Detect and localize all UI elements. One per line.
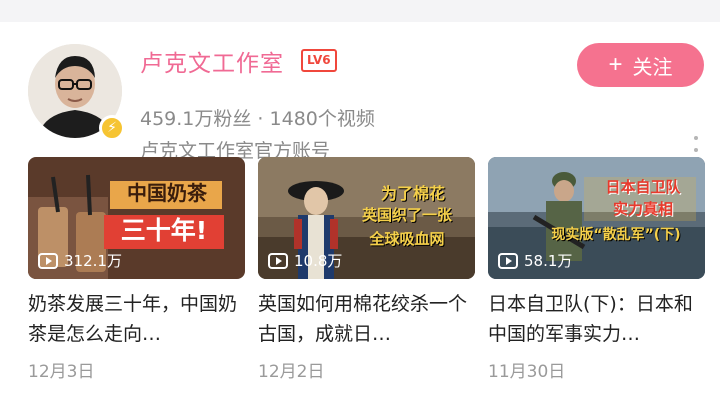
lightning-icon: ⚡ bbox=[99, 115, 125, 141]
video-date: 12月2日 bbox=[258, 362, 325, 382]
video-title[interactable]: 英国如何用棉花绞杀一个古国，成就日… bbox=[258, 289, 475, 349]
follow-button[interactable]: + 关注 bbox=[577, 43, 704, 87]
channel-stats: 459.1万粉丝 · 1480个视频 bbox=[140, 108, 375, 130]
video-thumbnail[interactable]: 中国奶茶 三十年! 312.1万 bbox=[28, 157, 245, 279]
channel-card: ⚡ 卢克文工作室 LV6 459.1万粉丝 · 1480个视频 卢克文工作室官方… bbox=[0, 22, 720, 408]
thumbnail-caption: 英国织了一张 bbox=[361, 206, 452, 224]
level-badge: LV6 bbox=[301, 49, 337, 72]
play-count-value: 58.1万 bbox=[524, 252, 573, 270]
video-title[interactable]: 奶茶发展三十年，中国奶茶是怎么走向… bbox=[28, 289, 245, 349]
follow-label: 关注 bbox=[632, 56, 673, 79]
play-count-value: 10.8万 bbox=[294, 252, 343, 270]
play-icon bbox=[268, 252, 288, 269]
plus-icon: + bbox=[608, 51, 623, 78]
video-date: 12月3日 bbox=[28, 362, 95, 382]
video-card[interactable]: 日本自卫队 实力真相 现实版“散乱军”(下) 58.1万 日本自卫队(下)：日本… bbox=[488, 157, 705, 382]
play-count: 312.1万 bbox=[38, 250, 122, 271]
thumbnail-caption: 中国奶茶 bbox=[127, 181, 207, 205]
play-count-value: 312.1万 bbox=[64, 252, 122, 270]
play-count: 10.8万 bbox=[268, 250, 342, 271]
thumbnail-caption: 现实版“散乱军”(下) bbox=[551, 227, 681, 243]
thumbnail-caption: 全球吸血网 bbox=[369, 230, 445, 248]
play-icon bbox=[38, 252, 58, 269]
thumbnail-caption: 三十年! bbox=[120, 216, 208, 245]
video-thumbnail[interactable]: 日本自卫队 实力真相 现实版“散乱军”(下) 58.1万 bbox=[488, 157, 705, 279]
thumbnail-caption: 日本自卫队 bbox=[605, 178, 681, 196]
video-thumbnail[interactable]: 为了棉花 英国织了一张 全球吸血网 10.8万 bbox=[258, 157, 475, 279]
play-icon bbox=[498, 252, 518, 269]
video-title[interactable]: 日本自卫队(下)：日本和中国的军事实力… bbox=[488, 289, 705, 349]
channel-name[interactable]: 卢克文工作室 bbox=[140, 44, 284, 78]
play-count: 58.1万 bbox=[498, 250, 572, 271]
thumbnail-caption: 为了棉花 bbox=[380, 184, 445, 203]
video-card[interactable]: 为了棉花 英国织了一张 全球吸血网 10.8万 英国如何用棉花绞杀一个古国，成就… bbox=[258, 157, 475, 382]
video-date: 11月30日 bbox=[488, 362, 566, 382]
video-card[interactable]: 中国奶茶 三十年! 312.1万 奶茶发展三十年，中国奶茶是怎么走向… 12月3… bbox=[28, 157, 245, 382]
thumbnail-caption: 实力真相 bbox=[612, 200, 673, 218]
